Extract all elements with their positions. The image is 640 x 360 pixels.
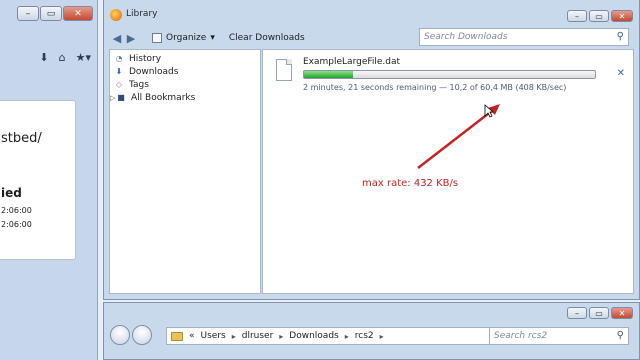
annotation-text: max rate: 432 KB/s: [362, 178, 459, 189]
search-placeholder: Search rcs2: [494, 331, 548, 341]
close-button[interactable]: ✕: [611, 307, 633, 319]
window-title: Library: [126, 9, 158, 19]
explorer-window-controls: – ▭ ✕: [567, 307, 633, 319]
download-status: 2 minutes, 21 seconds remaining — 10,2 o…: [303, 83, 567, 92]
sidebar-item-all-bookmarks[interactable]: ▷ ■ All Bookmarks: [110, 91, 260, 104]
organize-button[interactable]: Organize ▾: [152, 33, 215, 43]
minimize-button[interactable]: –: [17, 6, 39, 21]
left-browser-window: – ▭ ✕ ⬇ ⌂ ★▾ stbed/ ied 2:06:00 2:06:00: [0, 0, 98, 360]
library-window-controls: – ▭ ✕: [567, 10, 633, 22]
back-arrow-icon[interactable]: ◀: [110, 32, 124, 45]
explorer-nav: [110, 325, 152, 345]
breadcrumb-rcs2[interactable]: rcs2: [355, 331, 374, 341]
search-icon[interactable]: ⚲: [617, 31, 624, 42]
downloads-list: ExampleLargeFile.dat 2 minutes, 21 secon…: [262, 49, 634, 294]
left-window-controls: – ▭ ✕: [17, 6, 93, 21]
file-icon: [276, 59, 292, 81]
bookmarks-icon: ■: [117, 93, 125, 102]
download-item[interactable]: ExampleLargeFile.dat 2 minutes, 21 secon…: [271, 56, 625, 96]
download-filename: ExampleLargeFile.dat: [303, 57, 401, 67]
time-text: 2:06:00: [1, 206, 32, 215]
bookmark-star-icon[interactable]: ★▾: [76, 51, 91, 64]
folder-icon: [171, 331, 183, 341]
forward-button[interactable]: [132, 325, 152, 345]
sidebar-item-history[interactable]: ◔ History: [110, 52, 260, 65]
maximize-button[interactable]: ▭: [40, 6, 62, 21]
sidebar-item-label: Tags: [129, 79, 149, 90]
breadcrumb-downloads[interactable]: Downloads: [289, 331, 338, 341]
search-downloads-input[interactable]: Search Downloads ⚲: [419, 28, 629, 46]
organize-icon: [152, 33, 162, 43]
sidebar-item-tags[interactable]: ◇ Tags: [110, 78, 260, 91]
download-progress-bar: [303, 70, 596, 79]
breadcrumb-overflow[interactable]: «: [189, 331, 195, 341]
library-window: Library – ▭ ✕ ◀ ▶ Organize ▾ Clear Downl…: [103, 0, 640, 300]
maximize-button[interactable]: ▭: [589, 10, 609, 22]
left-toolbar: ⬇ ⌂ ★▾: [0, 44, 97, 70]
cancel-download-icon[interactable]: ✕: [617, 68, 625, 79]
sidebar-item-label: Downloads: [129, 66, 179, 77]
history-icon: ◔: [115, 54, 123, 63]
minimize-button[interactable]: –: [567, 307, 587, 319]
sidebar-item-downloads[interactable]: ⬇ Downloads: [110, 65, 260, 78]
left-page-content: stbed/ ied 2:06:00 2:06:00: [0, 100, 76, 260]
chevron-right-icon[interactable]: ▸: [232, 332, 236, 341]
explorer-window: – ▭ ✕ « Users ▸ dlruser ▸ Downloads ▸ rc…: [103, 302, 640, 360]
search-icon[interactable]: ⚲: [617, 330, 624, 341]
breadcrumb-users[interactable]: Users: [201, 331, 226, 341]
downloads-tray-icon[interactable]: ⬇: [39, 51, 48, 64]
dropdown-arrow-icon: ▾: [210, 33, 215, 43]
breadcrumb-dlruser[interactable]: dlruser: [242, 331, 274, 341]
mouse-cursor-icon: [484, 104, 494, 118]
library-sidebar: ◔ History ⬇ Downloads ◇ Tags ▷ ■ All Boo…: [109, 49, 261, 294]
heading-fragment: ied: [1, 186, 22, 200]
search-rcs2-input[interactable]: Search rcs2 ⚲: [489, 327, 629, 345]
chevron-right-icon[interactable]: ▸: [380, 332, 384, 341]
time-text: 2:06:00: [1, 220, 32, 229]
url-fragment: stbed/: [1, 131, 42, 146]
clear-downloads-button[interactable]: Clear Downloads: [229, 33, 305, 43]
close-button[interactable]: ✕: [63, 6, 93, 21]
maximize-button[interactable]: ▭: [589, 307, 609, 319]
forward-arrow-icon[interactable]: ▶: [124, 32, 138, 45]
tags-icon: ◇: [115, 80, 123, 89]
search-placeholder: Search Downloads: [424, 32, 508, 42]
minimize-button[interactable]: –: [567, 10, 587, 22]
home-icon[interactable]: ⌂: [59, 51, 66, 64]
back-button[interactable]: [110, 325, 130, 345]
close-button[interactable]: ✕: [611, 10, 633, 22]
progress-fill: [304, 71, 354, 78]
chevron-right-icon[interactable]: ▸: [279, 332, 283, 341]
sidebar-item-label: All Bookmarks: [131, 92, 196, 103]
firefox-icon: [110, 9, 122, 21]
sidebar-item-label: History: [129, 53, 162, 64]
downloads-icon: ⬇: [115, 67, 123, 76]
organize-label: Organize: [166, 33, 207, 43]
chevron-right-icon[interactable]: ▸: [345, 332, 349, 341]
